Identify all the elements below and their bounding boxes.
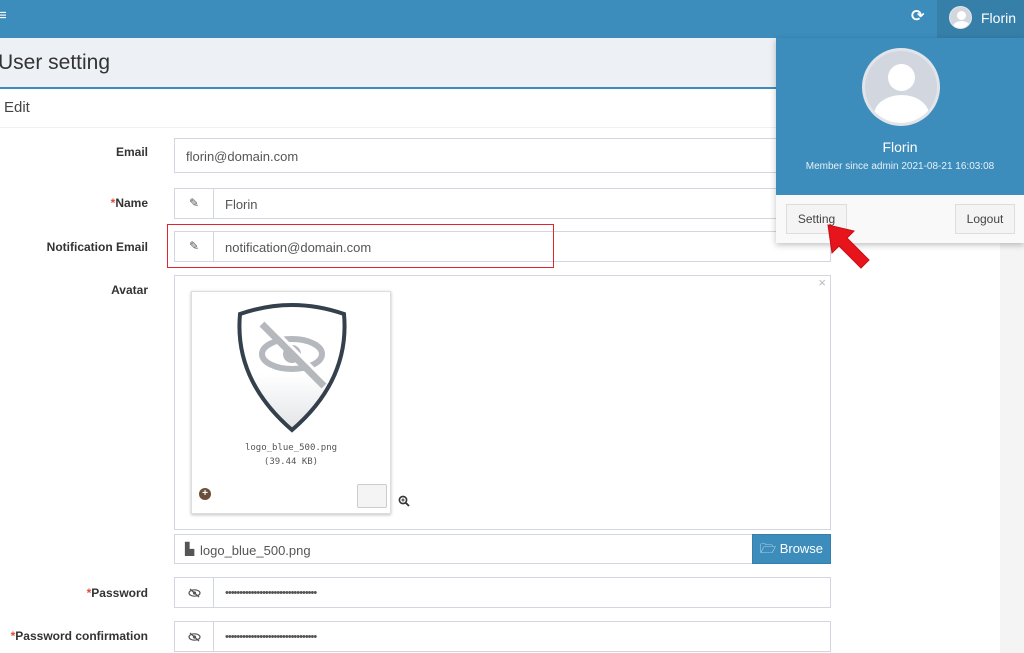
avatar-label: Avatar xyxy=(111,283,148,297)
navbar-username: Florin xyxy=(981,10,1017,26)
user-menu-toggle[interactable]: Florin xyxy=(937,0,1024,38)
email-label: Email xyxy=(115,145,148,159)
close-icon[interactable]: × xyxy=(818,275,826,290)
user-header: Florin Member since admin 2021-08-21 16:… xyxy=(776,38,1024,195)
folder-open-icon: 🗁 xyxy=(759,541,777,556)
password-confirmation-label: *Password confirmation xyxy=(10,629,148,643)
move-icon[interactable]: + xyxy=(199,488,211,500)
zoom-icon xyxy=(398,495,410,507)
member-since: Member since admin 2021-08-21 16:03:08 xyxy=(805,161,995,172)
box-title: Edit xyxy=(4,99,30,116)
name-field[interactable]: ✎ Florin xyxy=(174,188,831,219)
top-navbar: ≡ ⟳ Florin xyxy=(0,0,1024,38)
user-dropdown-menu: Florin Member since admin 2021-08-21 16:… xyxy=(776,38,1024,243)
thumbnail-filename: logo_blue_500.png xyxy=(244,443,338,453)
email-value: florin@domain.com xyxy=(186,149,299,164)
file-caption-name: logo_blue_500.png xyxy=(200,543,311,558)
logout-button[interactable]: Logout xyxy=(955,204,1015,234)
notification-email-label: Notification Email xyxy=(46,240,148,254)
password-field[interactable]: •••••••••••••••••••••••••••••••• xyxy=(174,577,831,608)
file-icon: ▙ xyxy=(185,542,195,556)
password-confirmation-value: •••••••••••••••••••••••••••••••• xyxy=(225,631,317,643)
thumbnail-filesize: (39.44 KB) xyxy=(263,457,319,467)
browse-button[interactable]: 🗁 Browse xyxy=(752,534,831,564)
name-value: Florin xyxy=(225,197,258,212)
avatar xyxy=(949,6,972,29)
password-confirmation-field[interactable]: •••••••••••••••••••••••••••••••• xyxy=(174,621,831,652)
shield-logo-icon xyxy=(237,303,347,433)
file-caption[interactable]: ▙ logo_blue_500.png xyxy=(174,534,753,564)
password-value: •••••••••••••••••••••••••••••••• xyxy=(225,587,317,599)
name-label: *Name xyxy=(110,196,148,210)
password-label: *Password xyxy=(86,586,148,600)
red-arrow-icon xyxy=(827,224,870,269)
dropdown-username: Florin xyxy=(882,139,918,155)
page-title: User setting xyxy=(0,51,111,74)
zoom-button[interactable] xyxy=(357,484,410,508)
scrollbar[interactable] xyxy=(1000,243,1024,653)
refresh-icon[interactable]: ⟳ xyxy=(911,8,924,26)
email-field[interactable]: florin@domain.com xyxy=(174,138,831,173)
user-avatar-large xyxy=(862,48,940,126)
highlight-box xyxy=(167,224,554,268)
eye-slash-icon[interactable] xyxy=(175,622,214,651)
avatar-preview-box: × logo_blue_500.png (39.44 KB) + xyxy=(174,275,831,530)
pencil-icon: ✎ xyxy=(175,189,214,218)
file-thumbnail: logo_blue_500.png (39.44 KB) + xyxy=(191,291,410,514)
eye-slash-icon[interactable] xyxy=(175,578,214,607)
hamburger-icon[interactable]: ≡ xyxy=(0,8,6,23)
user-footer: Setting Logout xyxy=(776,195,1024,243)
